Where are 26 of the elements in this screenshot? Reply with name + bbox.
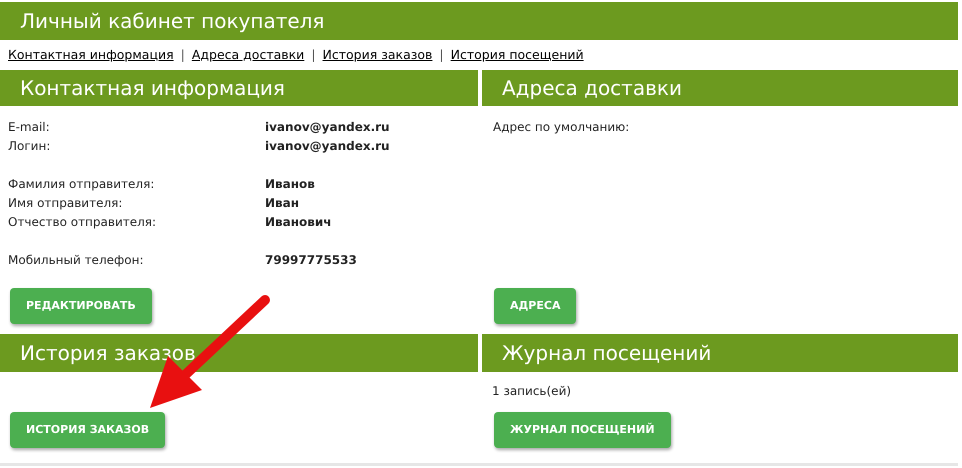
nav-link[interactable]: История заказов: [322, 46, 432, 64]
field-value: Иван: [265, 195, 300, 212]
nav-separator: |: [439, 46, 444, 64]
section-title: Журнал посещений: [502, 340, 712, 367]
record-count: 1 запись(ей): [492, 384, 572, 398]
field-label: Фамилия отправителя:: [8, 176, 156, 193]
section-title: Контактная информация: [20, 75, 285, 102]
nav-link[interactable]: Адреса доставки: [192, 46, 304, 64]
field-value: ivanov@yandex.ru: [265, 119, 390, 136]
section-title: Адреса доставки: [502, 75, 682, 102]
field-label: Мобильный телефон:: [8, 252, 144, 269]
field-label: Отчество отправителя:: [8, 214, 158, 231]
nav-link[interactable]: Контактная информация: [8, 46, 174, 64]
field-value: Иванов: [265, 176, 315, 193]
section-title: История заказов: [20, 340, 196, 367]
address-label: Адрес по умолчанию:: [493, 120, 630, 134]
nav-separator: |: [311, 46, 316, 64]
field-label: Имя отправителя:: [8, 195, 124, 212]
nav-link[interactable]: История посещений: [450, 46, 584, 64]
field-value: 79997775533: [265, 252, 357, 269]
nav-separator: |: [180, 46, 185, 64]
field-value: Иванович: [265, 214, 332, 231]
field-label: Логин:: [8, 138, 52, 155]
field-label: E-mail:: [8, 119, 51, 136]
page-title: Личный кабинет покупателя: [20, 8, 324, 35]
field-value: ivanov@yandex.ru: [265, 138, 390, 155]
